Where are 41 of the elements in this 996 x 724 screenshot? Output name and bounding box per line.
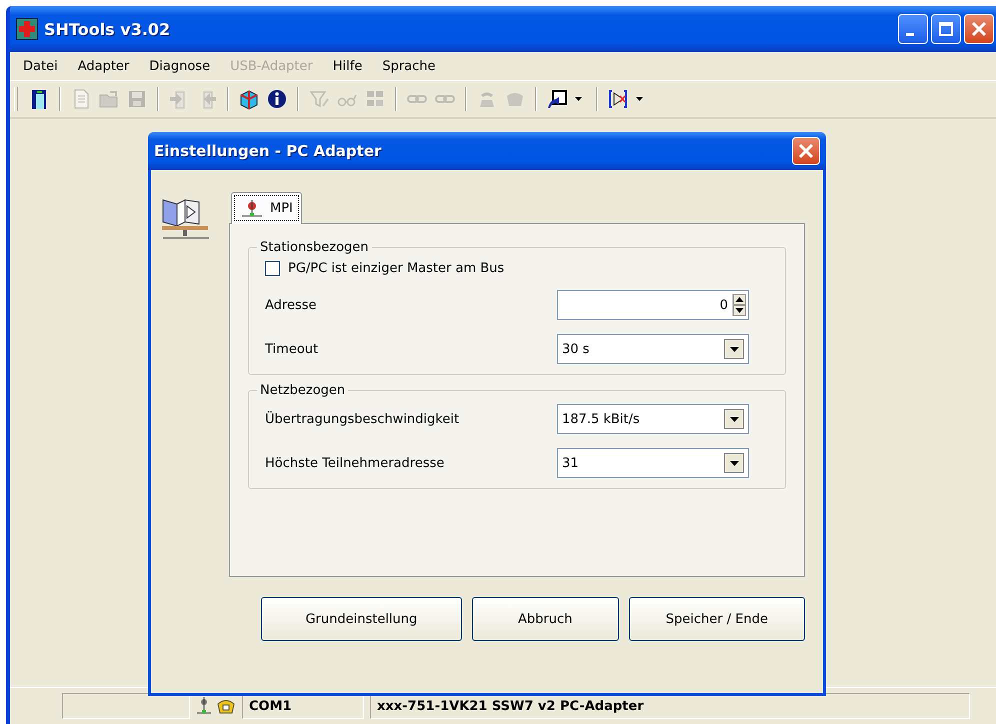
spin-up-icon[interactable]: [733, 294, 746, 305]
field-label: Höchste Teilnehmeradresse: [265, 456, 444, 470]
app-icon: [16, 18, 38, 40]
window-title: SHTools v3.02: [44, 20, 170, 38]
close-icon: [971, 21, 987, 37]
close-button[interactable]: [792, 137, 820, 165]
minimize-button[interactable]: [898, 14, 928, 44]
minimize-icon: [906, 32, 914, 36]
maximize-button[interactable]: [931, 14, 961, 44]
close-icon: [798, 143, 814, 159]
dialog-button[interactable]: Speicher / Ende: [628, 597, 805, 641]
menu-item[interactable]: Adapter: [68, 56, 140, 76]
menu-item[interactable]: Diagnose: [140, 56, 222, 76]
dropdown-field[interactable]: 31: [557, 448, 749, 478]
group-title: Netzbezogen: [259, 383, 346, 398]
dialog-button[interactable]: Grundeinstellung: [261, 597, 462, 641]
menu-item[interactable]: Datei: [14, 56, 69, 76]
network-node-icon: [196, 697, 212, 715]
menu-item[interactable]: Sprache: [373, 56, 447, 76]
checkbox-label: PG/PC ist einziger Master am Bus: [288, 261, 504, 276]
dialog-title: Einstellungen - PC Adapter: [154, 142, 382, 160]
field-label: Übertragungsbeschwindigkeit: [265, 412, 460, 426]
status-adapter: xxx-751-1VK21 SSW7 v2 PC-Adapter: [370, 693, 970, 719]
menu-item[interactable]: Hilfe: [324, 56, 374, 76]
dialog-button[interactable]: Abbruch: [472, 597, 619, 641]
tab[interactable]: MPI: [231, 192, 302, 224]
dropdown-field[interactable]: 187.5 kBit/s: [557, 404, 749, 434]
status-port: COM1: [242, 693, 364, 719]
close-button[interactable]: [964, 14, 994, 44]
field-label: Adresse: [265, 298, 317, 312]
spin-field[interactable]: 0: [557, 290, 749, 320]
network-node-icon: [240, 200, 264, 218]
group-title: Stationsbezogen: [259, 240, 370, 255]
caret-icon[interactable]: [730, 460, 738, 466]
maximize-icon: [938, 21, 954, 37]
field-label: Timeout: [265, 342, 318, 356]
caret-icon[interactable]: [730, 346, 738, 352]
checkbox[interactable]: [265, 261, 280, 276]
caret-icon[interactable]: [730, 416, 738, 422]
spin-down-icon[interactable]: [733, 305, 746, 316]
dropdown-field[interactable]: 30 s: [557, 334, 749, 364]
